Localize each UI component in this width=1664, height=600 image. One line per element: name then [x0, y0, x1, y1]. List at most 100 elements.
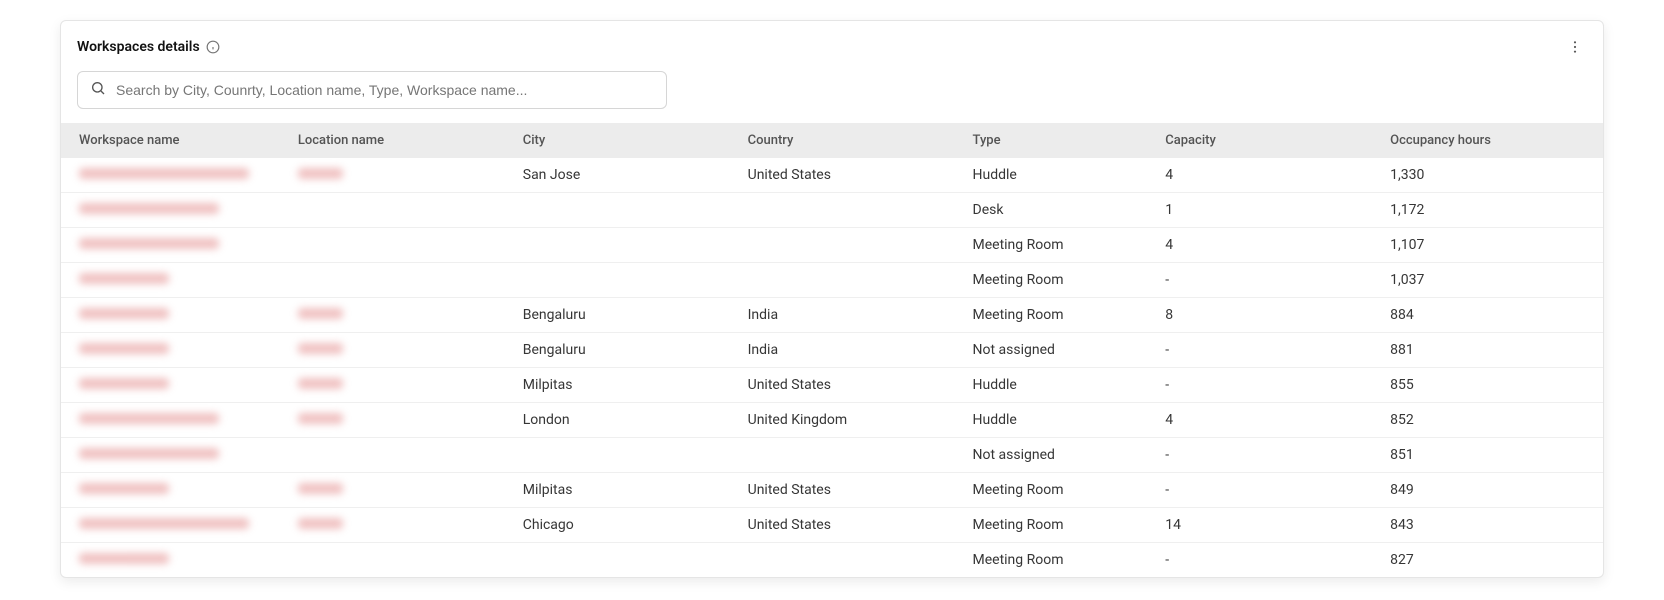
cell-workspace-name	[61, 193, 286, 228]
cell-type: Huddle	[961, 158, 1154, 193]
table-row[interactable]: Milpitas United States Meeting Room - 84…	[61, 473, 1603, 508]
table-row[interactable]: London United Kingdom Huddle 4 852	[61, 403, 1603, 438]
cell-workspace-name	[61, 473, 286, 508]
col-occupancy[interactable]: Occupancy hours	[1378, 123, 1603, 158]
cell-location-name	[286, 438, 511, 473]
cell-workspace-name	[61, 228, 286, 263]
col-workspace-name[interactable]: Workspace name	[61, 123, 286, 158]
cell-city	[511, 263, 736, 298]
cell-capacity: 14	[1153, 508, 1378, 543]
cell-country: United States	[736, 473, 961, 508]
cell-capacity: -	[1153, 263, 1378, 298]
cell-workspace-name	[61, 158, 286, 193]
cell-type: Meeting Room	[961, 263, 1154, 298]
cell-country: United States	[736, 158, 961, 193]
cell-occupancy: 851	[1378, 438, 1603, 473]
more-options-button[interactable]	[1563, 35, 1587, 59]
cell-city	[511, 193, 736, 228]
card-title: Workspaces details	[77, 39, 200, 55]
cell-capacity: 4	[1153, 403, 1378, 438]
cell-city: Milpitas	[511, 473, 736, 508]
cell-workspace-name	[61, 263, 286, 298]
cell-workspace-name	[61, 543, 286, 578]
col-city[interactable]: City	[511, 123, 736, 158]
cell-country	[736, 543, 961, 578]
cell-country: India	[736, 333, 961, 368]
title-wrap: Workspaces details	[77, 39, 220, 55]
workspaces-details-card: Workspaces details	[60, 20, 1604, 578]
table-header: Workspace name Location name City Countr…	[61, 123, 1603, 158]
search-wrap	[61, 65, 1603, 123]
table-row[interactable]: Not assigned - 851	[61, 438, 1603, 473]
cell-location-name	[286, 473, 511, 508]
cell-country: United States	[736, 368, 961, 403]
cell-country: India	[736, 298, 961, 333]
cell-occupancy: 884	[1378, 298, 1603, 333]
cell-city	[511, 543, 736, 578]
cell-type: Meeting Room	[961, 298, 1154, 333]
cell-country: United States	[736, 508, 961, 543]
cell-city	[511, 438, 736, 473]
cell-type: Huddle	[961, 403, 1154, 438]
cell-location-name	[286, 193, 511, 228]
cell-country	[736, 438, 961, 473]
col-capacity[interactable]: Capacity	[1153, 123, 1378, 158]
cell-location-name	[286, 333, 511, 368]
search-input[interactable]	[116, 82, 654, 98]
cell-type: Meeting Room	[961, 228, 1154, 263]
cell-city: Bengaluru	[511, 333, 736, 368]
cell-occupancy: 1,037	[1378, 263, 1603, 298]
cell-capacity: 1	[1153, 193, 1378, 228]
col-country[interactable]: Country	[736, 123, 961, 158]
cell-workspace-name	[61, 508, 286, 543]
cell-type: Meeting Room	[961, 508, 1154, 543]
cell-occupancy: 849	[1378, 473, 1603, 508]
cell-capacity: -	[1153, 438, 1378, 473]
cell-type: Huddle	[961, 368, 1154, 403]
col-type[interactable]: Type	[961, 123, 1154, 158]
cell-city: Milpitas	[511, 368, 736, 403]
cell-workspace-name	[61, 368, 286, 403]
cell-capacity: -	[1153, 473, 1378, 508]
table-row[interactable]: Meeting Room - 827	[61, 543, 1603, 578]
table-row[interactable]: Meeting Room 4 1,107	[61, 228, 1603, 263]
table-row[interactable]: Bengaluru India Not assigned - 881	[61, 333, 1603, 368]
table-row[interactable]: Bengaluru India Meeting Room 8 884	[61, 298, 1603, 333]
cell-city	[511, 228, 736, 263]
cell-workspace-name	[61, 403, 286, 438]
cell-occupancy: 1,330	[1378, 158, 1603, 193]
col-location-name[interactable]: Location name	[286, 123, 511, 158]
cell-occupancy: 852	[1378, 403, 1603, 438]
cell-type: Meeting Room	[961, 543, 1154, 578]
table-row[interactable]: Chicago United States Meeting Room 14 84…	[61, 508, 1603, 543]
table-row[interactable]: San Jose United States Huddle 4 1,330	[61, 158, 1603, 193]
cell-type: Not assigned	[961, 333, 1154, 368]
cell-occupancy: 855	[1378, 368, 1603, 403]
search-box[interactable]	[77, 71, 667, 109]
cell-occupancy: 1,107	[1378, 228, 1603, 263]
cell-country	[736, 193, 961, 228]
card-header: Workspaces details	[61, 21, 1603, 65]
info-icon[interactable]	[206, 40, 220, 54]
cell-capacity: 8	[1153, 298, 1378, 333]
cell-city: San Jose	[511, 158, 736, 193]
cell-workspace-name	[61, 438, 286, 473]
search-icon	[90, 80, 106, 100]
table-row[interactable]: Milpitas United States Huddle - 855	[61, 368, 1603, 403]
table-row[interactable]: Meeting Room - 1,037	[61, 263, 1603, 298]
workspaces-table: Workspace name Location name City Countr…	[61, 123, 1603, 577]
cell-occupancy: 1,172	[1378, 193, 1603, 228]
cell-country	[736, 228, 961, 263]
table-row[interactable]: Desk 1 1,172	[61, 193, 1603, 228]
cell-occupancy: 881	[1378, 333, 1603, 368]
cell-capacity: -	[1153, 333, 1378, 368]
cell-type: Desk	[961, 193, 1154, 228]
cell-location-name	[286, 228, 511, 263]
cell-type: Not assigned	[961, 438, 1154, 473]
cell-city: London	[511, 403, 736, 438]
cell-location-name	[286, 158, 511, 193]
cell-capacity: 4	[1153, 228, 1378, 263]
cell-type: Meeting Room	[961, 473, 1154, 508]
cell-capacity: 4	[1153, 158, 1378, 193]
cell-location-name	[286, 403, 511, 438]
